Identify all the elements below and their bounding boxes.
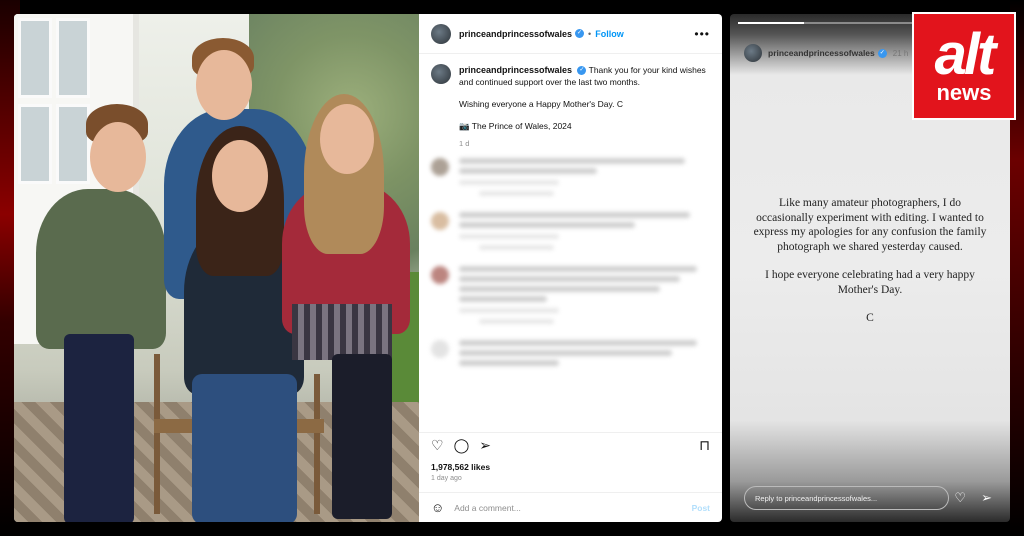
caption-line-2: Wishing everyone a Happy Mother's Day. C bbox=[459, 99, 623, 109]
separator-dot: • bbox=[588, 28, 592, 39]
caption-line-3: 📷 The Prince of Wales, 2024 bbox=[459, 121, 572, 131]
post-actions: ♡ ◯ ➢ ⊓ bbox=[419, 432, 722, 458]
story-username[interactable]: princeandprincessofwales bbox=[768, 48, 875, 58]
comment-input[interactable]: Add a comment... bbox=[454, 503, 521, 513]
list-item bbox=[431, 340, 710, 370]
instagram-post: princeandprincessofwales ✓ • Follow ••• … bbox=[14, 14, 722, 522]
story-header: princeandprincessofwales ✓ 21 h bbox=[744, 44, 908, 62]
bookmark-icon[interactable]: ⊓ bbox=[699, 437, 710, 454]
logo-alt-text: alt bbox=[934, 22, 997, 87]
story-progress-fill bbox=[738, 22, 804, 24]
list-item bbox=[431, 266, 710, 324]
post-comment-button[interactable]: Post bbox=[692, 503, 710, 513]
post-details: princeandprincessofwales ✓ • Follow ••• … bbox=[419, 14, 722, 522]
emoji-icon[interactable]: ☺ bbox=[431, 500, 444, 515]
caption-username[interactable]: princeandprincessofwales bbox=[459, 65, 572, 75]
post-photo[interactable] bbox=[14, 14, 419, 522]
heart-icon[interactable]: ♡ bbox=[954, 490, 966, 506]
story-reply-input[interactable]: Reply to princeandprincessofwales... bbox=[744, 486, 949, 510]
comment-icon[interactable]: ◯ bbox=[454, 437, 470, 454]
heart-icon[interactable]: ♡ bbox=[431, 437, 444, 454]
more-icon[interactable]: ••• bbox=[694, 27, 710, 41]
follow-button[interactable]: Follow bbox=[595, 29, 624, 39]
story-message: Like many amateur photographers, I do oc… bbox=[750, 196, 990, 340]
send-icon[interactable]: ➢ bbox=[981, 490, 992, 506]
verified-icon: ✓ bbox=[575, 29, 585, 38]
likes-count[interactable]: 1,978,562 likes bbox=[431, 462, 490, 472]
blurred-comments bbox=[419, 150, 722, 386]
post-time: 1 day ago bbox=[431, 475, 462, 482]
avatar[interactable] bbox=[431, 23, 451, 44]
verified-icon: ✓ bbox=[877, 48, 887, 58]
logo-news-text: news bbox=[936, 80, 992, 105]
story-paragraph-1: Like many amateur photographers, I do oc… bbox=[753, 197, 987, 253]
verified-icon: ✓ bbox=[577, 66, 587, 76]
post-header: princeandprincessofwales ✓ • Follow ••• bbox=[419, 14, 722, 54]
avatar[interactable] bbox=[744, 44, 762, 62]
child-left bbox=[36, 189, 166, 349]
caption-avatar[interactable] bbox=[431, 64, 451, 84]
story-time: 21 h bbox=[892, 48, 909, 58]
list-item bbox=[431, 212, 710, 250]
post-caption: princeandprincessofwales ✓ Thank you for… bbox=[419, 54, 722, 150]
caption-time: 1 d bbox=[459, 139, 470, 148]
add-comment-bar: ☺ Add a comment... Post bbox=[419, 492, 722, 522]
alt-news-logo: alt news bbox=[912, 12, 1016, 120]
list-item bbox=[431, 158, 710, 196]
story-signature: C bbox=[866, 312, 874, 324]
post-username[interactable]: princeandprincessofwales bbox=[459, 29, 572, 39]
share-icon[interactable]: ➢ bbox=[479, 437, 491, 454]
story-paragraph-2: I hope everyone celebrating had a very h… bbox=[765, 269, 975, 296]
